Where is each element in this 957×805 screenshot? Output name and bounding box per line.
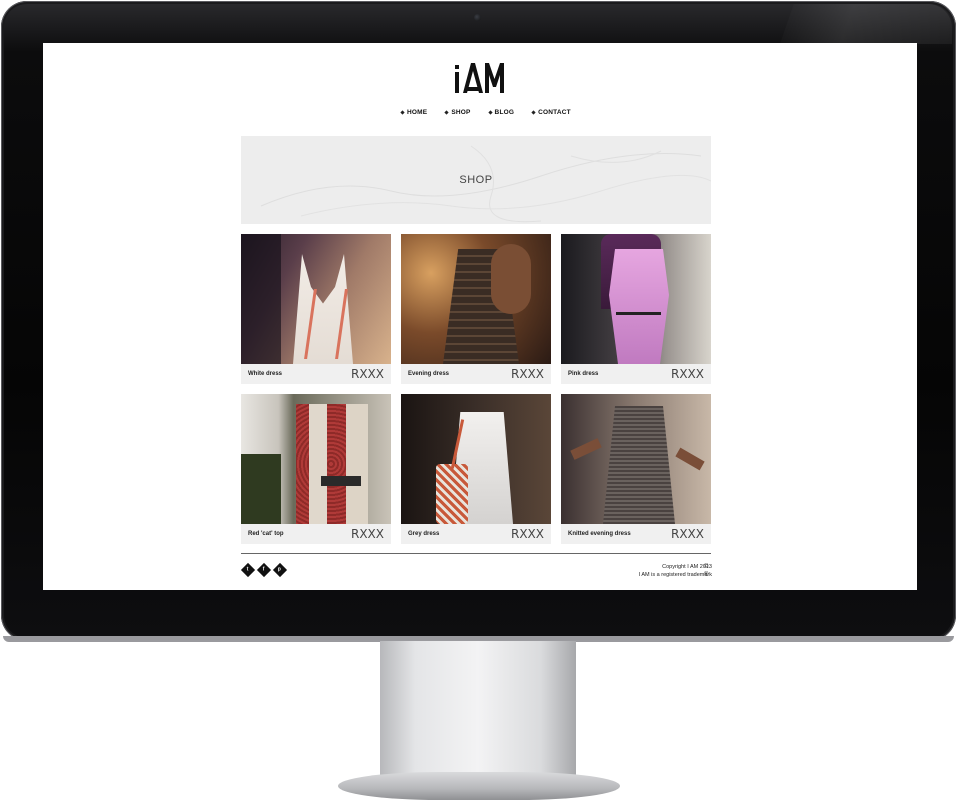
product-caption: Knitted evening dress RXXX bbox=[561, 524, 711, 544]
product-price: RXXX bbox=[351, 367, 384, 381]
product-card[interactable]: Grey dress RXXX bbox=[401, 394, 551, 544]
footer-divider bbox=[241, 553, 711, 554]
product-caption: Red 'cat' top RXXX bbox=[241, 524, 391, 544]
bullet-icon bbox=[531, 110, 536, 115]
screen: HOME SHOP BLOG CONTACT SHOP White dress … bbox=[43, 43, 917, 590]
nav-label: SHOP bbox=[451, 109, 471, 116]
twitter-icon[interactable]: t bbox=[240, 562, 256, 578]
legal-symbols: © ® bbox=[704, 563, 708, 579]
bezel-reflection bbox=[780, 4, 952, 44]
product-price: RXXX bbox=[351, 527, 384, 541]
product-name: Knitted evening dress bbox=[568, 531, 631, 537]
product-caption: White dress RXXX bbox=[241, 364, 391, 384]
nav-item-blog[interactable]: BLOG bbox=[487, 109, 515, 116]
product-card[interactable]: Knitted evening dress RXXX bbox=[561, 394, 711, 544]
product-photo-pink-dress[interactable] bbox=[561, 234, 711, 364]
webcam bbox=[474, 14, 481, 21]
copyright-text: Copyright I AM 2013 bbox=[662, 564, 712, 570]
bullet-icon bbox=[400, 110, 405, 115]
nav-label: BLOG bbox=[494, 109, 515, 116]
facebook-icon[interactable]: f bbox=[256, 562, 272, 578]
trademark-text: I AM is a registered trademark bbox=[638, 571, 712, 578]
product-caption: Grey dress RXXX bbox=[401, 524, 551, 544]
product-price: RXXX bbox=[511, 527, 544, 541]
product-photo-knitted-evening-dress[interactable] bbox=[561, 394, 711, 524]
pinterest-icon[interactable]: p bbox=[272, 562, 288, 578]
product-photo-grey-dress[interactable] bbox=[401, 394, 551, 524]
product-price: RXXX bbox=[671, 527, 704, 541]
product-photo-evening-dress[interactable] bbox=[401, 234, 551, 364]
product-card[interactable]: White dress RXXX bbox=[241, 234, 391, 384]
nav-label: CONTACT bbox=[538, 109, 571, 116]
social-links: t f p bbox=[240, 562, 288, 578]
product-card[interactable]: Evening dress RXXX bbox=[401, 234, 551, 384]
main-nav: HOME SHOP BLOG CONTACT bbox=[400, 109, 571, 116]
monitor-stand-base bbox=[338, 772, 620, 800]
nav-item-home[interactable]: HOME bbox=[400, 109, 428, 116]
product-name: Evening dress bbox=[408, 371, 450, 377]
product-name: Grey dress bbox=[408, 531, 440, 537]
monitor-stand-neck bbox=[380, 641, 576, 781]
nav-item-contact[interactable]: CONTACT bbox=[531, 109, 571, 116]
copyright-icon: © bbox=[704, 564, 709, 570]
product-card[interactable]: Pink dress RXXX bbox=[561, 234, 711, 384]
product-photo-white-dress[interactable] bbox=[241, 234, 391, 364]
product-caption: Pink dress RXXX bbox=[561, 364, 711, 384]
nav-item-shop[interactable]: SHOP bbox=[444, 109, 471, 116]
shop-banner: SHOP bbox=[241, 136, 711, 224]
registered-icon: ® bbox=[704, 572, 709, 578]
nav-label: HOME bbox=[407, 109, 428, 116]
product-caption: Evening dress RXXX bbox=[401, 364, 551, 384]
footer-text: Copyright I AM 2013 I AM is a registered… bbox=[639, 564, 712, 579]
product-name: White dress bbox=[248, 371, 283, 377]
product-name: Pink dress bbox=[568, 371, 599, 377]
product-price: RXXX bbox=[511, 367, 544, 381]
product-card[interactable]: Red 'cat' top RXXX bbox=[241, 394, 391, 544]
product-price: RXXX bbox=[671, 367, 704, 381]
product-photo-red-cat-top[interactable] bbox=[241, 394, 391, 524]
banner-title: SHOP bbox=[459, 174, 493, 186]
bullet-icon bbox=[444, 110, 449, 115]
bullet-icon bbox=[487, 110, 493, 115]
site-logo[interactable] bbox=[455, 61, 505, 95]
product-name: Red 'cat' top bbox=[248, 531, 284, 537]
